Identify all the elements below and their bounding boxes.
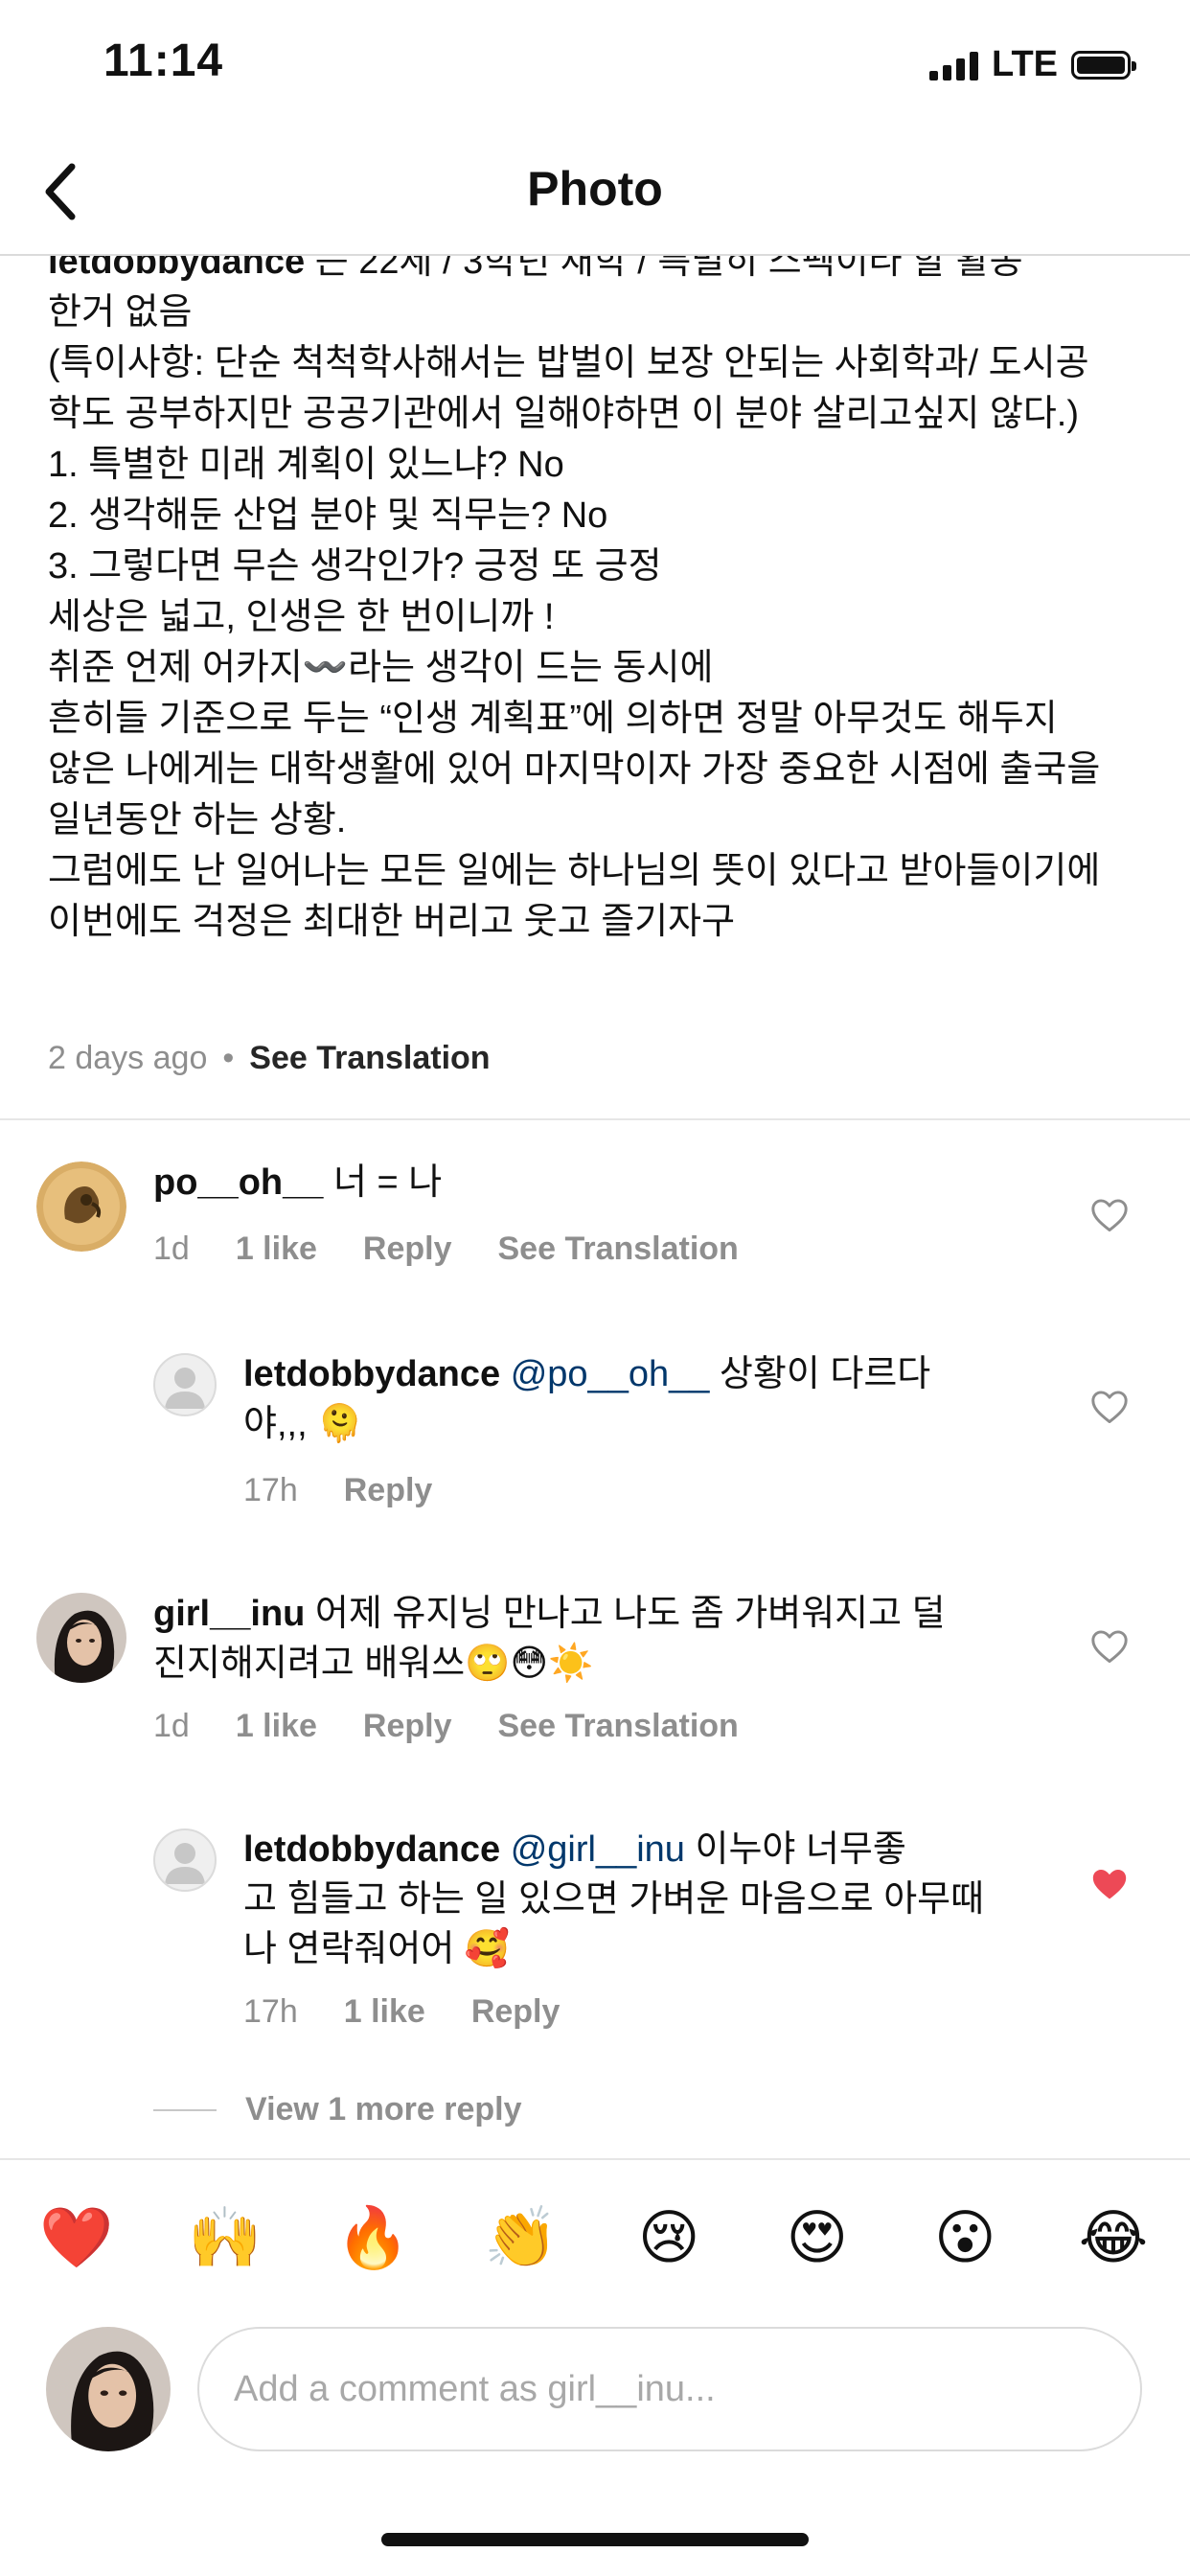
caption-line: 세상은 넓고, 인생은 한 번이니까 ! xyxy=(48,597,555,637)
avatar[interactable] xyxy=(36,1162,126,1252)
emoji-raised-hands-button[interactable]: 🙌 xyxy=(187,2200,263,2277)
emoji-fire-button[interactable]: 🔥 xyxy=(334,2200,411,2277)
comment-meta: 17h 1 like Reply xyxy=(243,1993,560,2031)
emoji-crying-button[interactable]: 😢 xyxy=(630,2200,707,2277)
emoji-heart-eyes-button[interactable]: 😍 xyxy=(779,2200,856,2277)
see-translation-button[interactable]: See Translation xyxy=(498,1230,739,1268)
comment-username[interactable]: po__oh__ xyxy=(153,1162,323,1203)
caption-line: 3. 그렇다면 무슨 생각인가? 긍정 또 긍정 xyxy=(48,546,662,586)
home-indicator[interactable] xyxy=(381,2533,809,2546)
caption-line: 2. 생각해둔 산업 분야 및 직무는? No xyxy=(48,495,608,536)
comment-body: 나 연락줘어어 🥰 xyxy=(243,1929,511,1969)
caption-line: 않은 나에게는 대학생활에 있어 마지막이자 가장 중요한 시점에 출국을 xyxy=(48,749,1101,790)
emoji-clapping-button[interactable]: 👏 xyxy=(483,2200,560,2277)
comment-body: 상황이 다르다 xyxy=(709,1354,931,1394)
heart-icon[interactable] xyxy=(1090,1198,1129,1232)
see-translation-button[interactable]: See Translation xyxy=(498,1708,739,1745)
caption-line: 이번에도 걱정은 최대한 버리고 웃고 즐기자구 xyxy=(48,902,736,942)
comment-meta: 1d 1 like Reply See Translation xyxy=(153,1708,739,1745)
default-avatar-icon xyxy=(165,1368,205,1409)
caption-line: 취준 언제 어카지〰️라는 생각이 드는 동시에 xyxy=(48,648,714,688)
caption-line: 그럼에도 난 일어나는 모든 일에는 하나님의 뜻이 있다고 받아들이기에 xyxy=(48,851,1101,891)
comment-time: 17h xyxy=(243,1472,298,1508)
emoji-bar: ❤️ 🙌 🔥 👏 😢 😍 😮 😂 xyxy=(38,2200,1152,2277)
comment-text: letdobbydance @po__oh__ 상황이 다르다 야,,, 🫠 xyxy=(243,1349,1058,1449)
post-caption: letdobbydance 는 22세 / 3학년 재학 / 특별히 스펙이라 … xyxy=(48,256,1150,948)
comment-username[interactable]: letdobbydance xyxy=(243,1354,500,1394)
view-more-replies-button[interactable]: View 1 more reply xyxy=(153,2091,522,2128)
caption-line: 학도 공부하지만 공공기관에서 일해야하면 이 분야 살리고싶지 않다.) xyxy=(48,394,1079,434)
reply-button[interactable]: Reply xyxy=(344,1472,433,1509)
avatar-image xyxy=(36,1162,126,1252)
comment-likes-button[interactable]: 1 like xyxy=(236,1230,317,1268)
mention-link[interactable]: @girl__inu xyxy=(511,1829,685,1870)
status-indicators: LTE xyxy=(929,44,1136,85)
reply-button[interactable]: Reply xyxy=(363,1230,452,1268)
emoji-red-heart-button[interactable]: ❤️ xyxy=(38,2200,115,2277)
caption-author[interactable]: letdobbydance xyxy=(48,256,305,282)
status-bar: 11:14 LTE xyxy=(0,0,1190,125)
caption-line: (특이사항: 단순 척척학사해서는 밥벌이 보장 안되는 사회학과/ 도시공 xyxy=(48,343,1089,383)
nav-bar: Photo xyxy=(0,125,1190,256)
comment-time: 1d xyxy=(153,1708,190,1744)
divider xyxy=(153,2108,217,2111)
current-user-avatar xyxy=(46,2327,171,2451)
comment-likes-button[interactable]: 1 like xyxy=(344,1993,425,2031)
comment-time: 1d xyxy=(153,1230,190,1267)
emoji-joy-button[interactable]: 😂 xyxy=(1075,2200,1152,2277)
default-avatar-icon xyxy=(165,1843,205,1884)
comment-body: 야,,, 🫠 xyxy=(243,1404,363,1444)
divider xyxy=(0,2158,1190,2160)
comment-text: letdobbydance @girl__inu 이누야 너무좋 고 힘들고 하… xyxy=(243,1825,1067,1974)
comment-body: 고 힘들고 하는 일 있으면 가벼운 마음으로 아무때 xyxy=(243,1879,985,1920)
mention-link[interactable]: @po__oh__ xyxy=(511,1354,710,1394)
comment-time: 17h xyxy=(243,1993,298,2030)
heart-icon[interactable] xyxy=(1090,1629,1129,1664)
avatar-image xyxy=(36,1593,126,1683)
caption-line: 한거 없음 xyxy=(48,292,193,333)
caption-first-line: letdobbydance 는 22세 / 3학년 재학 / 특별히 스펙이라 … xyxy=(48,256,1150,288)
comment-body: 너 = 나 xyxy=(323,1162,443,1203)
status-time: 11:14 xyxy=(103,35,224,86)
reply-button[interactable]: Reply xyxy=(471,1993,561,2031)
network-label: LTE xyxy=(992,44,1058,84)
view-more-label: View 1 more reply xyxy=(245,2091,522,2128)
avatar[interactable] xyxy=(153,1353,217,1416)
heart-filled-icon[interactable] xyxy=(1090,1867,1129,1901)
comment-username[interactable]: girl__inu xyxy=(153,1594,305,1634)
comment-likes-button[interactable]: 1 like xyxy=(236,1708,317,1745)
caption-container: letdobbydance 는 22세 / 3학년 재학 / 특별히 스펙이라 … xyxy=(0,256,1190,1118)
caption-line: 흔히들 기준으로 두는 “인생 계획표”에 의하면 정말 아무것도 해두지 xyxy=(48,699,1058,739)
avatar[interactable] xyxy=(153,1828,217,1892)
meta-separator: • xyxy=(222,1040,235,1076)
caption-line: 1. 특별한 미래 계획이 있느냐? No xyxy=(48,445,564,485)
reply-button[interactable]: Reply xyxy=(363,1708,452,1745)
post-meta: 2 days ago • See Translation xyxy=(48,1040,491,1077)
see-translation-button[interactable]: See Translation xyxy=(249,1040,490,1077)
heart-icon[interactable] xyxy=(1090,1390,1129,1424)
battery-icon xyxy=(1071,50,1136,80)
emoji-surprised-button[interactable]: 😮 xyxy=(927,2200,1003,2277)
comment-text: girl__inu 어제 유지닝 만나고 나도 좀 가벼워지고 덜 진지해지려고… xyxy=(153,1589,1054,1689)
comment-body: 진지해지려고 배워쓰🙄😳☀️ xyxy=(153,1644,594,1684)
comment-body: 이누야 너무좋 xyxy=(684,1829,906,1870)
comment-input[interactable] xyxy=(197,2327,1142,2451)
avatar-image xyxy=(46,2327,171,2451)
comment-meta: 1d 1 like Reply See Translation xyxy=(153,1230,739,1268)
divider xyxy=(0,1118,1190,1120)
caption-line: 일년동안 하는 상황. xyxy=(48,800,347,840)
comment-text: po__oh__ 너 = 나 xyxy=(153,1158,1054,1208)
caption-text: 는 22세 / 3학년 재학 / 특별히 스펙이라 할 활동 xyxy=(305,256,1023,282)
avatar[interactable] xyxy=(36,1593,126,1683)
post-time: 2 days ago xyxy=(48,1040,208,1076)
signal-icon xyxy=(929,50,979,80)
comment-username[interactable]: letdobbydance xyxy=(243,1829,500,1870)
page-title: Photo xyxy=(527,162,663,216)
comment-body: 어제 유지닝 만나고 나도 좀 가벼워지고 덜 xyxy=(305,1594,946,1634)
comment-meta: 17h Reply xyxy=(243,1472,432,1509)
